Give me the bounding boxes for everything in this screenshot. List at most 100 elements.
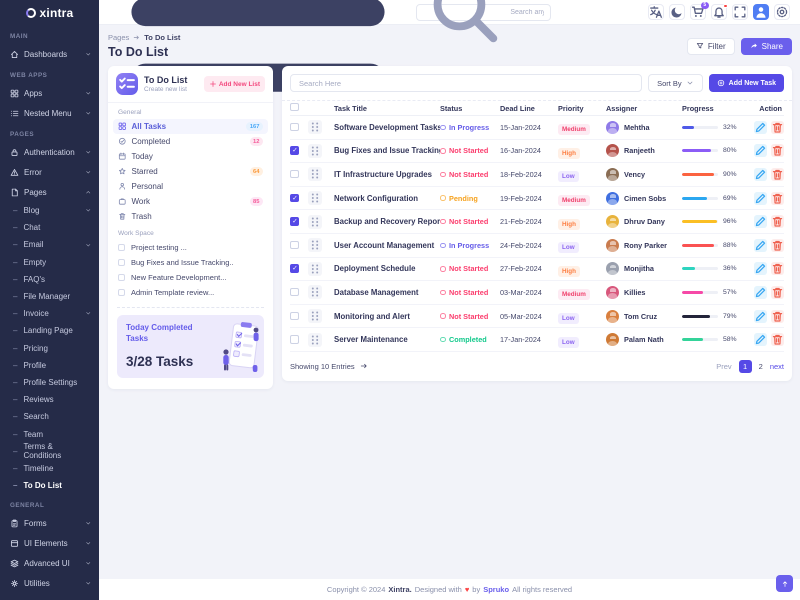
pagination-page-1[interactable]: 1 bbox=[739, 360, 752, 373]
drag-handle[interactable] bbox=[308, 215, 322, 229]
sidebar-item-pages[interactable]: Pages bbox=[0, 182, 99, 202]
footer-vendor-link[interactable]: Spruko bbox=[483, 585, 509, 594]
edit-task-button[interactable] bbox=[754, 121, 767, 134]
row-checkbox[interactable] bbox=[290, 194, 299, 203]
sidebar-item-utilities[interactable]: Utilities bbox=[0, 573, 99, 593]
drag-handle[interactable] bbox=[308, 167, 322, 181]
row-checkbox[interactable] bbox=[290, 146, 299, 155]
row-checkbox[interactable] bbox=[290, 288, 299, 297]
cart-icon[interactable]: 5 bbox=[690, 4, 706, 20]
edit-task-button[interactable] bbox=[754, 192, 767, 205]
sort-by-button[interactable]: Sort By bbox=[648, 74, 703, 92]
delete-task-button[interactable] bbox=[771, 333, 784, 346]
sidebar-subitem-blog[interactable]: –Blog bbox=[0, 202, 99, 219]
scroll-to-top-button[interactable] bbox=[776, 575, 793, 592]
global-search-input[interactable] bbox=[510, 9, 544, 16]
edit-task-button[interactable] bbox=[754, 286, 767, 299]
todo-list-today[interactable]: Today bbox=[113, 149, 268, 164]
sidebar-subitem-chat[interactable]: –Chat bbox=[0, 219, 99, 236]
sidebar-subitem-profile-settings[interactable]: –Profile Settings bbox=[0, 374, 99, 391]
sidebar-item-forms[interactable]: Forms bbox=[0, 513, 99, 533]
delete-task-button[interactable] bbox=[771, 144, 784, 157]
sidebar-subitem-to-do-list[interactable]: –To Do List bbox=[0, 477, 99, 494]
dark-mode-moon-icon[interactable] bbox=[669, 4, 685, 20]
sidebar-subitem-terms-conditions[interactable]: –Terms & Conditions bbox=[0, 443, 99, 460]
workspace-item[interactable]: New Feature Development... bbox=[108, 270, 273, 285]
delete-task-button[interactable] bbox=[771, 310, 784, 323]
sidebar-subitem-file-manager[interactable]: –File Manager bbox=[0, 288, 99, 305]
drag-handle[interactable] bbox=[308, 191, 322, 205]
workspace-item[interactable]: Project testing ... bbox=[108, 240, 273, 255]
row-checkbox[interactable] bbox=[290, 123, 299, 132]
drag-handle[interactable] bbox=[308, 238, 322, 252]
share-button[interactable]: Share bbox=[741, 38, 792, 55]
sidebar-subitem-invoice[interactable]: –Invoice bbox=[0, 305, 99, 322]
sidebar-item-nested-menu[interactable]: Nested Menu bbox=[0, 103, 99, 123]
delete-task-button[interactable] bbox=[771, 121, 784, 134]
row-checkbox[interactable] bbox=[290, 264, 299, 273]
pagination-next[interactable]: next bbox=[770, 362, 784, 371]
row-checkbox[interactable] bbox=[290, 312, 299, 321]
sidebar-subitem-team[interactable]: –Team bbox=[0, 425, 99, 442]
sidebar-subitem-timeline[interactable]: –Timeline bbox=[0, 460, 99, 477]
sidebar-item-authentication[interactable]: Authentication bbox=[0, 142, 99, 162]
sidebar-subitem-search[interactable]: –Search bbox=[0, 408, 99, 425]
edit-task-button[interactable] bbox=[754, 239, 767, 252]
edit-task-button[interactable] bbox=[754, 262, 767, 275]
row-checkbox[interactable] bbox=[290, 335, 299, 344]
pagination-prev[interactable]: Prev bbox=[716, 362, 731, 371]
sidebar-item-ui-elements[interactable]: UI Elements bbox=[0, 533, 99, 553]
notifications-bell-icon[interactable] bbox=[711, 4, 727, 20]
workspace-item[interactable]: Bug Fixes and Issue Tracking.. bbox=[108, 255, 273, 270]
delete-task-button[interactable] bbox=[771, 239, 784, 252]
drag-handle[interactable] bbox=[308, 309, 322, 323]
delete-task-button[interactable] bbox=[771, 168, 784, 181]
drag-handle[interactable] bbox=[308, 262, 322, 276]
row-checkbox[interactable] bbox=[290, 217, 299, 226]
edit-task-button[interactable] bbox=[754, 333, 767, 346]
sidebar-item-dashboards[interactable]: Dashboards bbox=[0, 44, 99, 64]
sidebar-item-apps[interactable]: Apps bbox=[0, 83, 99, 103]
drag-handle[interactable] bbox=[308, 285, 322, 299]
sidebar-subitem-profile[interactable]: –Profile bbox=[0, 357, 99, 374]
drag-handle[interactable] bbox=[308, 144, 322, 158]
edit-task-button[interactable] bbox=[754, 215, 767, 228]
delete-task-button[interactable] bbox=[771, 262, 784, 275]
todo-list-work[interactable]: Work85 bbox=[113, 194, 268, 209]
todo-list-trash[interactable]: Trash bbox=[113, 209, 268, 224]
sidebar-subitem-pricing[interactable]: –Pricing bbox=[0, 340, 99, 357]
row-checkbox[interactable] bbox=[290, 170, 299, 179]
todo-list-personal[interactable]: Personal bbox=[113, 179, 268, 194]
workspace-checkbox[interactable] bbox=[118, 244, 125, 251]
sidebar-item-error[interactable]: Error bbox=[0, 162, 99, 182]
settings-gear-icon[interactable] bbox=[774, 4, 790, 20]
sidebar-subitem-faq-s[interactable]: –FAQ's bbox=[0, 271, 99, 288]
sidebar-subitem-landing-page[interactable]: –Landing Page bbox=[0, 322, 99, 339]
edit-task-button[interactable] bbox=[754, 310, 767, 323]
workspace-checkbox[interactable] bbox=[118, 274, 125, 281]
logo[interactable]: xintra bbox=[0, 0, 99, 25]
todo-list-starred[interactable]: Starred64 bbox=[113, 164, 268, 179]
drag-handle[interactable] bbox=[308, 120, 322, 134]
sidebar-item-advanced-ui[interactable]: Advanced UI bbox=[0, 553, 99, 573]
delete-task-button[interactable] bbox=[771, 192, 784, 205]
task-search-input[interactable] bbox=[290, 74, 642, 92]
pagination-page-2[interactable]: 2 bbox=[759, 362, 763, 371]
sidebar-subitem-email[interactable]: –Email bbox=[0, 236, 99, 253]
workspace-checkbox[interactable] bbox=[118, 289, 125, 296]
drag-handle[interactable] bbox=[308, 333, 322, 347]
add-new-list-button[interactable]: Add New List bbox=[204, 76, 265, 92]
fullscreen-icon[interactable] bbox=[732, 4, 748, 20]
workspace-item[interactable]: Admin Template review... bbox=[108, 285, 273, 300]
todo-list-completed[interactable]: Completed12 bbox=[113, 134, 268, 149]
breadcrumb-pages[interactable]: Pages bbox=[108, 33, 129, 42]
delete-task-button[interactable] bbox=[771, 286, 784, 299]
delete-task-button[interactable] bbox=[771, 215, 784, 228]
todo-list-all-tasks[interactable]: All Tasks167 bbox=[113, 119, 268, 134]
language-icon[interactable] bbox=[648, 4, 664, 20]
filter-button[interactable]: Filter bbox=[687, 38, 735, 55]
add-new-task-button[interactable]: Add New Task bbox=[709, 74, 784, 92]
edit-task-button[interactable] bbox=[754, 168, 767, 181]
edit-task-button[interactable] bbox=[754, 144, 767, 157]
sidebar-subitem-reviews[interactable]: –Reviews bbox=[0, 391, 99, 408]
